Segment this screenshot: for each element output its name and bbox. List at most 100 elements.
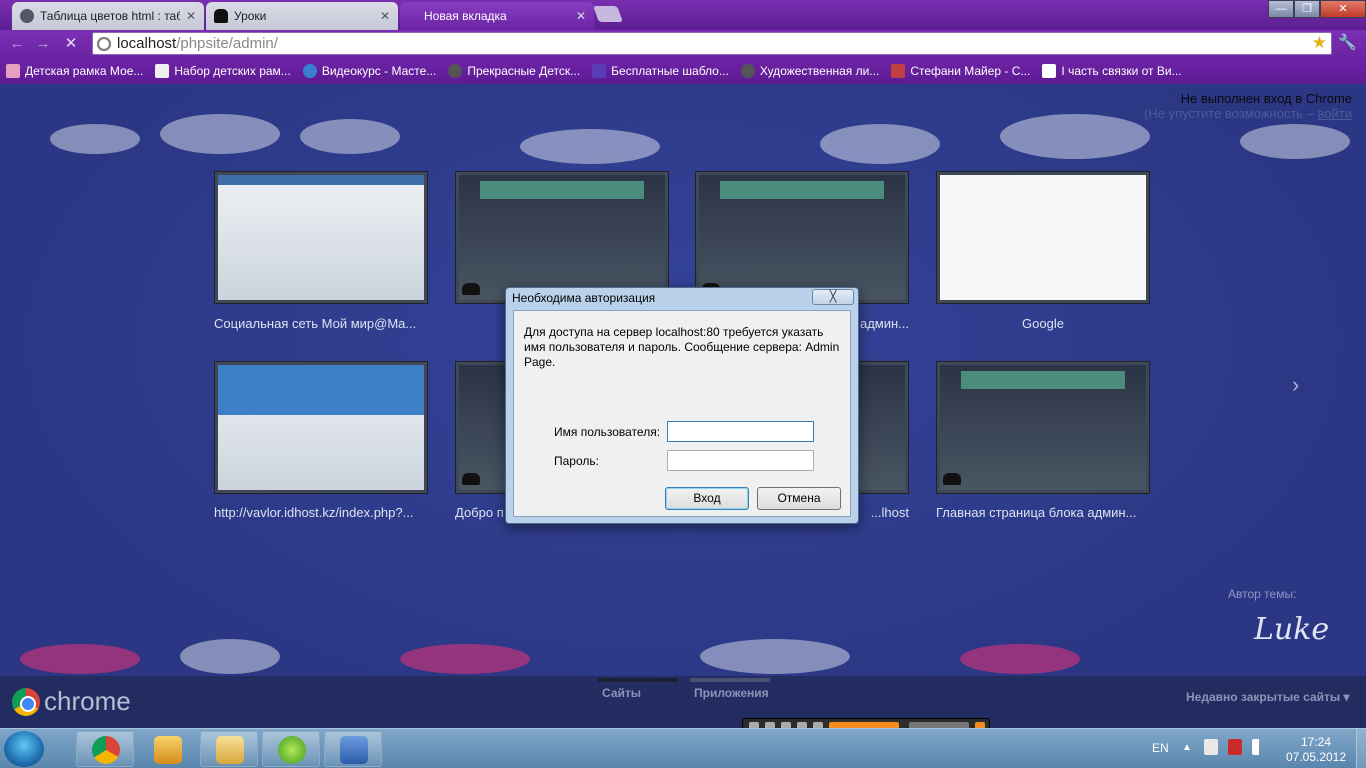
system-clock[interactable]: 17:24 07.05.2012 bbox=[1284, 735, 1348, 765]
most-visited-thumbnail[interactable] bbox=[936, 361, 1150, 494]
language-indicator[interactable]: EN bbox=[1152, 741, 1169, 755]
tab-sites-label: Сайты bbox=[602, 686, 641, 700]
cancel-button[interactable]: Отмена bbox=[757, 487, 841, 510]
tab-close-icon[interactable]: ✕ bbox=[576, 9, 586, 23]
show-desktop-button[interactable] bbox=[1356, 729, 1366, 768]
theme-decoration bbox=[160, 114, 280, 154]
tab-apps[interactable]: Приложения bbox=[690, 678, 770, 700]
taskbar-word[interactable] bbox=[324, 731, 382, 767]
most-visited-thumbnail[interactable] bbox=[695, 171, 909, 304]
thumbnail-preview bbox=[940, 365, 1146, 490]
taskbar-dreamweaver[interactable] bbox=[262, 731, 320, 767]
start-button[interactable] bbox=[4, 731, 44, 767]
tray-app-icon[interactable] bbox=[1204, 739, 1218, 755]
close-window-button[interactable]: ✕ bbox=[1320, 0, 1366, 18]
thumbnail-title[interactable]: http://vavlor.idhost.kz/index.php?... bbox=[214, 505, 428, 520]
thumbnail-title[interactable]: Социальная сеть Мой мир@Ma... bbox=[214, 316, 428, 331]
bookmark-favicon bbox=[891, 64, 906, 78]
tab-title: Таблица цветов html : таб bbox=[40, 9, 180, 23]
login-button[interactable]: Вход bbox=[665, 487, 749, 510]
dialog-body: Для доступа на сервер localhost:80 требу… bbox=[513, 310, 851, 517]
bookmark-item[interactable]: Детская рамка Мое... bbox=[6, 64, 143, 78]
taskbar-media[interactable] bbox=[138, 731, 196, 767]
theme-decoration bbox=[820, 124, 940, 164]
bookmark-label: I часть связки от Ви... bbox=[1061, 64, 1182, 78]
window-controls: — ❐ ✕ bbox=[1268, 0, 1366, 18]
auth-dialog: Необходима авторизация ╳ Для доступа на … bbox=[505, 287, 859, 524]
tab-indicator bbox=[690, 678, 770, 682]
forward-arrow-icon[interactable]: → bbox=[34, 35, 52, 53]
bookmark-favicon bbox=[740, 64, 755, 78]
tab-strip: Таблица цветов html : таб ✕ Уроки ✕ Нова… bbox=[0, 0, 1366, 30]
tab-sites[interactable]: Сайты bbox=[598, 678, 678, 700]
thumbnail-header bbox=[479, 181, 645, 199]
thumbnail-header bbox=[719, 181, 885, 199]
sign-in-prompt: (Не упустите возможность – войти bbox=[1144, 106, 1352, 121]
dialog-close-button[interactable]: ╳ bbox=[812, 289, 854, 305]
taskbar-explorer[interactable] bbox=[200, 731, 258, 767]
tab-close-icon[interactable]: ✕ bbox=[186, 9, 196, 23]
bookmark-item[interactable]: Видеокурс - Масте... bbox=[302, 64, 436, 78]
tab-lessons[interactable]: Уроки ✕ bbox=[206, 2, 398, 30]
taskbar-chrome[interactable] bbox=[76, 731, 134, 767]
minimize-button[interactable]: — bbox=[1268, 0, 1294, 18]
tab-title: Уроки bbox=[234, 9, 267, 23]
most-visited-thumbnail[interactable] bbox=[214, 361, 428, 494]
chrome-wordmark: chrome bbox=[44, 686, 131, 716]
theme-decoration bbox=[960, 644, 1080, 674]
star-icon[interactable]: ★ bbox=[1312, 33, 1327, 53]
new-tab-button[interactable] bbox=[593, 6, 623, 22]
bookmark-item[interactable]: Стефани Майер - С... bbox=[891, 64, 1030, 78]
sign-in-link[interactable]: войти bbox=[1318, 106, 1352, 121]
dialog-title: Необходима авторизация bbox=[512, 291, 656, 305]
tab-title: Новая вкладка bbox=[424, 9, 507, 23]
back-arrow-icon[interactable]: ← bbox=[8, 35, 26, 53]
theme-decoration bbox=[20, 644, 140, 674]
bookmark-item[interactable]: I часть связки от Ви... bbox=[1042, 64, 1182, 78]
tab-indicator bbox=[598, 678, 678, 682]
theme-decoration bbox=[300, 119, 400, 154]
username-label: Имя пользователя: bbox=[554, 425, 661, 439]
clock-date: 07.05.2012 bbox=[1285, 750, 1347, 764]
app-icon bbox=[278, 736, 306, 764]
network-activity-icon[interactable] bbox=[1228, 739, 1242, 755]
thumbnail-title[interactable]: Главная страница блока админ... bbox=[936, 505, 1150, 520]
incognito-icon bbox=[462, 283, 480, 295]
dialog-message: Для доступа на сервер localhost:80 требу… bbox=[524, 325, 840, 369]
thumbnail-title[interactable]: Google bbox=[936, 316, 1150, 331]
thumbnail-preview bbox=[218, 175, 424, 300]
url-host: localhost bbox=[117, 35, 177, 52]
theme-author-label: Автор темы: bbox=[1228, 587, 1297, 601]
most-visited-thumbnail[interactable] bbox=[455, 171, 669, 304]
password-field[interactable] bbox=[667, 450, 814, 471]
bookmark-favicon bbox=[1042, 64, 1057, 78]
recently-closed-menu[interactable]: Недавно закрытые сайты ▾ bbox=[1186, 690, 1350, 704]
maximize-button[interactable]: ❐ bbox=[1294, 0, 1320, 18]
signal-icon[interactable] bbox=[1252, 739, 1266, 755]
globe-icon bbox=[97, 37, 111, 51]
taskbar: EN ▲ 17:24 07.05.2012 bbox=[0, 728, 1366, 768]
show-hidden-icons-icon[interactable]: ▲ bbox=[1182, 742, 1192, 753]
bookmark-item[interactable]: Художественная ли... bbox=[740, 64, 879, 78]
tab-close-icon[interactable]: ✕ bbox=[380, 9, 390, 23]
address-url[interactable]: localhost/phpsite/admin/ bbox=[117, 35, 278, 52]
address-bar[interactable]: localhost/phpsite/admin/ ★ bbox=[92, 32, 1332, 55]
bookmark-item[interactable]: Бесплатные шабло... bbox=[592, 64, 729, 78]
username-field[interactable] bbox=[667, 421, 814, 442]
tab-new-tab[interactable]: Новая вкладка ✕ bbox=[400, 2, 594, 30]
thumbnail-preview bbox=[218, 365, 424, 490]
sign-in-status-title: Не выполнен вход в Chrome bbox=[1180, 91, 1352, 106]
wrench-icon[interactable]: 🔧 bbox=[1338, 33, 1357, 51]
bookmark-label: Бесплатные шабло... bbox=[611, 64, 729, 78]
bookmark-item[interactable]: Прекрасные Детск... bbox=[448, 64, 580, 78]
tab-html-colors[interactable]: Таблица цветов html : таб ✕ bbox=[12, 2, 204, 30]
bookmark-item[interactable]: Набор детских рам... bbox=[155, 64, 291, 78]
next-page-chevron-icon[interactable]: › bbox=[1292, 372, 1299, 398]
bookmark-label: Стефани Майер - С... bbox=[910, 64, 1031, 78]
bookmark-favicon bbox=[6, 64, 20, 78]
most-visited-thumbnail[interactable] bbox=[936, 171, 1150, 304]
most-visited-thumbnail[interactable] bbox=[214, 171, 428, 304]
bookmark-favicon bbox=[302, 64, 317, 78]
stop-icon[interactable]: ✕ bbox=[62, 35, 80, 53]
theme-decoration bbox=[180, 639, 280, 674]
